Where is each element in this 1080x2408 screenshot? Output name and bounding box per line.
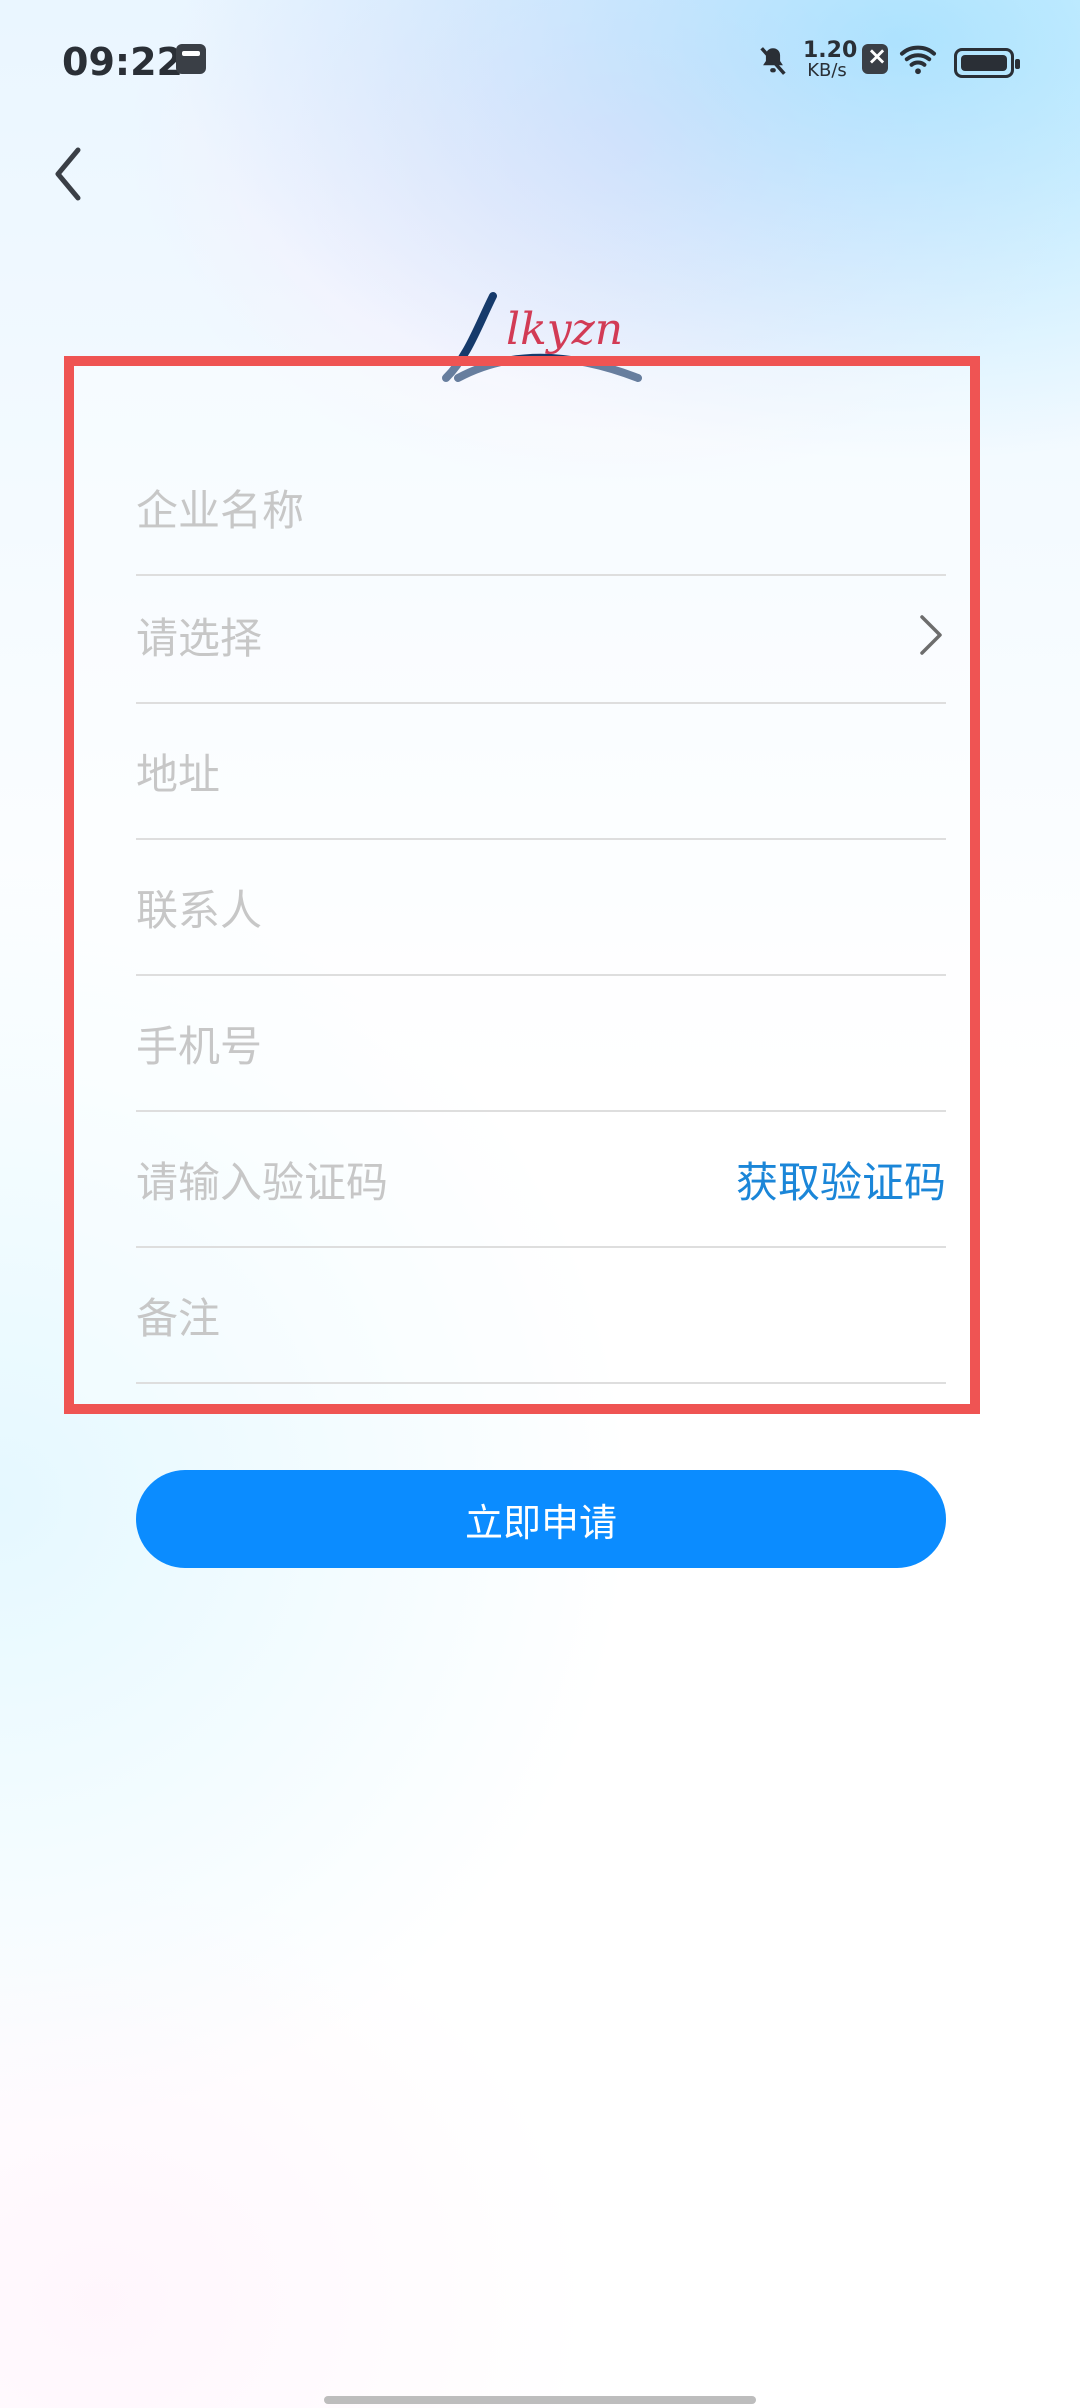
category-select-field[interactable]: 请选择 [136, 568, 946, 704]
close-box-icon [862, 42, 888, 74]
phone-field[interactable]: 手机号 [136, 976, 946, 1112]
status-bar: 09:22 1.20 KB/s [0, 0, 1080, 120]
get-verification-code-button[interactable]: 获取验证码 [736, 1149, 946, 1210]
category-select-placeholder: 请选择 [136, 613, 263, 663]
phone-placeholder: 手机号 [136, 1021, 263, 1071]
network-speed-unit: KB/s [807, 60, 847, 81]
address-placeholder: 地址 [136, 749, 221, 799]
card-icon [176, 44, 206, 74]
bell-off-icon [760, 47, 786, 75]
apply-now-button[interactable]: 立即申请 [136, 1470, 946, 1568]
verification-code-field[interactable]: 请输入验证码 获取验证码 [136, 1112, 946, 1248]
status-time: 09:22 [62, 40, 183, 84]
navigation-pill[interactable] [324, 2396, 756, 2404]
logo-text: lkyzn [506, 304, 623, 355]
network-speed-value: 1.20 [803, 38, 858, 63]
verification-code-placeholder: 请输入验证码 [136, 1157, 389, 1207]
back-chevron-icon[interactable] [48, 144, 88, 204]
address-field[interactable]: 地址 [136, 704, 946, 840]
company-name-field[interactable]: 企业名称 [136, 440, 946, 576]
remarks-field[interactable]: 备注 [136, 1248, 946, 1384]
remarks-placeholder: 备注 [136, 1293, 221, 1343]
battery-icon [954, 48, 1020, 78]
chevron-right-icon [920, 615, 942, 655]
company-name-placeholder: 企业名称 [136, 485, 305, 535]
network-speed: 1.20 KB/s [803, 38, 858, 81]
wifi-icon [900, 45, 936, 75]
contact-person-placeholder: 联系人 [136, 885, 263, 935]
contact-person-field[interactable]: 联系人 [136, 840, 946, 976]
